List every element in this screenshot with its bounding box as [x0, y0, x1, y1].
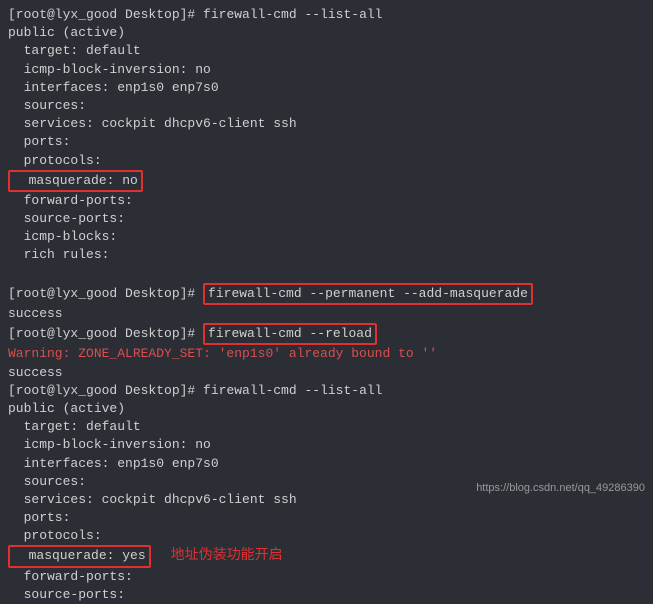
highlight-masquerade-yes: masquerade: yes: [8, 545, 151, 567]
output-line: source-ports:: [8, 586, 645, 604]
output-line: target: default: [8, 42, 645, 60]
output-line: interfaces: enp1s0 enp7s0: [8, 79, 645, 97]
terminal-line: [root@lyx_good Desktop]# firewall-cmd --…: [8, 6, 645, 24]
terminal-line: [root@lyx_good Desktop]# firewall-cmd --…: [8, 323, 645, 345]
output-line: target: default: [8, 418, 645, 436]
output-success: success: [8, 305, 645, 323]
annotation-text: 地址伪装功能开启: [171, 546, 283, 562]
output-line: rich rules:: [8, 246, 645, 264]
output-line: ports:: [8, 509, 645, 527]
output-line: icmp-blocks:: [8, 228, 645, 246]
output-success: success: [8, 364, 645, 382]
terminal-line: [root@lyx_good Desktop]# firewall-cmd --…: [8, 382, 645, 400]
highlight-masquerade-no: masquerade: no: [8, 170, 143, 192]
command: firewall-cmd --list-all: [203, 7, 382, 22]
output-line: public (active): [8, 24, 645, 42]
prompt: [root@lyx_good Desktop]#: [8, 286, 203, 301]
output-line: icmp-block-inversion: no: [8, 436, 645, 454]
blank-line: [8, 265, 645, 283]
output-line: protocols:: [8, 527, 645, 545]
terminal-line: [root@lyx_good Desktop]# firewall-cmd --…: [8, 283, 645, 305]
output-line: forward-ports:: [8, 192, 645, 210]
highlight-cmd-add-masq: firewall-cmd --permanent --add-masquerad…: [203, 283, 533, 305]
output-line: protocols:: [8, 152, 645, 170]
output-line: forward-ports:: [8, 568, 645, 586]
output-line: interfaces: enp1s0 enp7s0: [8, 455, 645, 473]
prompt: [root@lyx_good Desktop]#: [8, 383, 203, 398]
output-line: services: cockpit dhcpv6-client ssh: [8, 115, 645, 133]
highlight-cmd-reload: firewall-cmd --reload: [203, 323, 377, 345]
warning-line: Warning: ZONE_ALREADY_SET: 'enp1s0' alre…: [8, 345, 645, 363]
output-line: icmp-block-inversion: no: [8, 61, 645, 79]
output-line: public (active): [8, 400, 645, 418]
watermark-text: https://blog.csdn.net/qq_49286390: [476, 481, 645, 496]
prompt: [root@lyx_good Desktop]#: [8, 326, 203, 341]
command: firewall-cmd --list-all: [203, 383, 382, 398]
output-line: ports:: [8, 133, 645, 151]
output-line: source-ports:: [8, 210, 645, 228]
output-line: sources:: [8, 97, 645, 115]
masquerade-no-line: masquerade: no: [8, 170, 645, 192]
masquerade-yes-line: masquerade: yes 地址伪装功能开启: [8, 545, 645, 567]
prompt: [root@lyx_good Desktop]#: [8, 7, 203, 22]
